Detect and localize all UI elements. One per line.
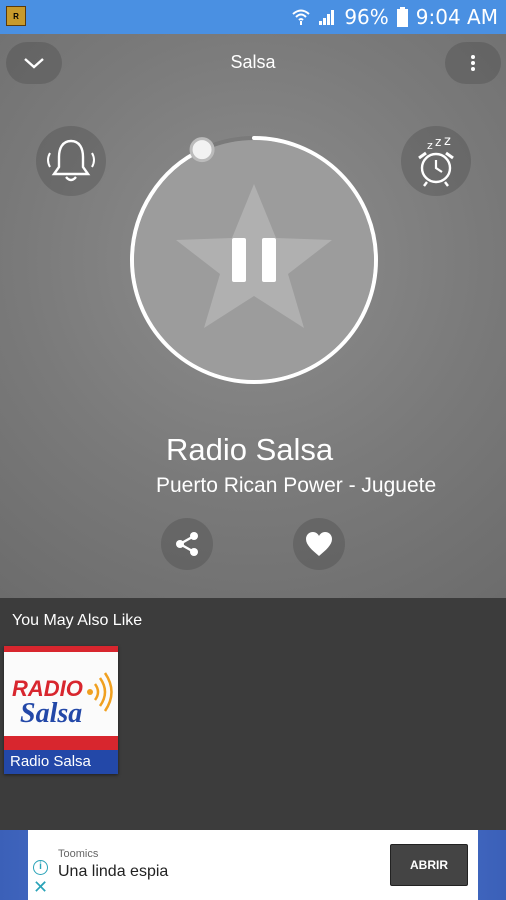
radio-wave-icon — [87, 672, 113, 712]
battery-icon — [396, 7, 408, 27]
sleep-timer-button[interactable]: z z z — [401, 126, 471, 196]
sleep-timer-icon: z z z — [418, 134, 454, 187]
signal-icon — [319, 10, 335, 25]
page-title: Salsa — [230, 52, 276, 72]
logo-top-stripe — [4, 646, 118, 652]
svg-text:z: z — [427, 139, 433, 152]
play-pause-button[interactable] — [126, 132, 382, 388]
svg-text:z: z — [435, 135, 441, 149]
more-vert-icon — [471, 55, 475, 71]
ad-advertiser: Toomics — [58, 848, 99, 860]
station-name: Radio Salsa — [166, 432, 334, 467]
heart-icon — [306, 532, 332, 556]
track-title: Puerto Rican Power - Juguete — [156, 474, 437, 497]
svg-text:z: z — [444, 134, 451, 149]
favorite-button[interactable] — [293, 518, 345, 570]
clock: 9:04 AM — [415, 5, 498, 29]
progress-handle[interactable] — [189, 137, 215, 163]
alarm-button[interactable] — [36, 126, 106, 196]
ad-close-icon[interactable]: ✕ — [33, 878, 48, 896]
share-button[interactable] — [161, 518, 213, 570]
status-bar: R 96% 9:04 AM — [0, 0, 506, 34]
card-logo: RADIO Salsa — [4, 646, 118, 750]
logo-text-salsa: Salsa — [20, 698, 83, 729]
status-icons: 96% 9:04 AM — [292, 4, 498, 30]
battery-percent: 96% — [344, 5, 389, 29]
share-icon — [176, 532, 198, 556]
ad-content[interactable]: i ✕ Toomics Una linda espia ABRIR — [28, 830, 478, 900]
recommendations-section: You May Also Like RADIO Salsa Radio Sals… — [0, 598, 506, 830]
ad-banner: i ✕ Toomics Una linda espia ABRIR — [0, 830, 506, 900]
logo-bottom-stripe — [4, 736, 118, 750]
bell-icon — [47, 139, 95, 182]
menu-button[interactable] — [445, 42, 501, 84]
card-title: Radio Salsa — [4, 750, 118, 774]
player-panel: Salsa z z z Radio Salsa Puerto Rican Pow… — [0, 34, 506, 598]
ad-info-icon[interactable]: i — [33, 860, 48, 875]
ad-headline: Una linda espia — [58, 863, 169, 880]
station-card[interactable]: RADIO Salsa Radio Salsa — [4, 646, 118, 774]
ad-cta-button[interactable]: ABRIR — [390, 844, 468, 886]
app-notification-icon: R — [6, 6, 26, 26]
section-heading: You May Also Like — [12, 612, 143, 629]
wifi-icon — [292, 9, 310, 25]
